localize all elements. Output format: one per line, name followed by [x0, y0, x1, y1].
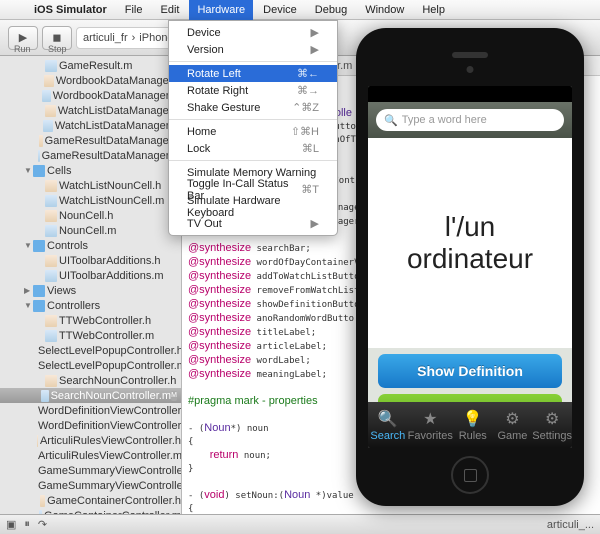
- phone-speaker: [452, 52, 488, 58]
- tree-row[interactable]: WatchListNounCell.h: [0, 178, 181, 193]
- search-icon: 🔍: [378, 409, 398, 429]
- menu-file[interactable]: File: [117, 0, 151, 20]
- tab-settings[interactable]: ⚙Settings: [532, 402, 572, 448]
- menu-item[interactable]: Lock⌘L: [169, 140, 337, 157]
- menu-item[interactable]: Shake Gesture⌃⌘Z: [169, 99, 337, 116]
- menu-item[interactable]: Simulate Hardware Keyboard: [169, 198, 337, 215]
- tree-row[interactable]: GameContainerController.h: [0, 493, 181, 508]
- phone-screen[interactable]: 🔍 Type a word here l'/un ordinateur Show…: [368, 86, 572, 448]
- tree-row[interactable]: NounCell.h: [0, 208, 181, 223]
- menu-device[interactable]: Device: [255, 0, 305, 20]
- tree-row[interactable]: TTWebController.m: [0, 328, 181, 343]
- search-input[interactable]: 🔍 Type a word here: [376, 109, 564, 131]
- home-button[interactable]: [451, 456, 489, 494]
- menu-edit[interactable]: Edit: [152, 0, 187, 20]
- search-placeholder: Type a word here: [402, 114, 487, 126]
- search-icon: 🔍: [384, 114, 398, 127]
- word-card: l'/un ordinateur: [368, 138, 572, 348]
- scheme-name: articuli_fr: [83, 32, 128, 44]
- menu-window[interactable]: Window: [357, 0, 412, 20]
- tree-row[interactable]: SelectLevelPopupController.h: [0, 343, 181, 358]
- tree-row[interactable]: GameResultDataManager.m: [0, 148, 181, 163]
- menu-item[interactable]: Rotate Left⌘←: [169, 65, 337, 82]
- tree-row[interactable]: SearchNounController.h: [0, 373, 181, 388]
- project-navigator[interactable]: GameResult.mWordbookDataManager.hWordboo…: [0, 56, 182, 534]
- tree-row[interactable]: NounCell.m: [0, 223, 181, 238]
- rules-icon: 💡: [463, 409, 483, 429]
- tree-row[interactable]: TTWebController.h: [0, 313, 181, 328]
- pause-icon[interactable]: ⏸: [24, 518, 30, 531]
- debug-bar: ▣ ⏸ ↷ articuli_...: [0, 514, 600, 534]
- show-definition-button[interactable]: Show Definition: [378, 354, 562, 388]
- tree-row[interactable]: ArticuliRulesViewController.h: [0, 433, 181, 448]
- tree-row[interactable]: WordbookDataManager.m: [0, 88, 181, 103]
- tree-row[interactable]: GameResultDataManager.h: [0, 133, 181, 148]
- tree-row[interactable]: WordbookDataManager.h: [0, 73, 181, 88]
- article-label: l'/un: [445, 211, 496, 243]
- settings-icon: ⚙: [545, 409, 559, 429]
- iphone-simulator: 🔍 Type a word here l'/un ordinateur Show…: [356, 28, 584, 506]
- menu-item[interactable]: Version▶: [169, 41, 337, 58]
- tree-row[interactable]: WatchListNounCell.m: [0, 193, 181, 208]
- tree-row[interactable]: ▶Views: [0, 283, 181, 298]
- tree-row[interactable]: WordDefinitionViewController.m: [0, 418, 181, 433]
- app-menu[interactable]: iOS Simulator: [26, 0, 115, 20]
- file-indicator: articuli_...: [547, 519, 594, 531]
- menu-item[interactable]: Device▶: [169, 24, 337, 41]
- tab-favorites[interactable]: ★Favorites: [408, 402, 453, 448]
- menu-hardware[interactable]: Hardware: [189, 0, 253, 20]
- run-label: Run: [14, 44, 31, 54]
- tree-row[interactable]: ArticuliRulesViewController.m: [0, 448, 181, 463]
- status-bar: [368, 86, 572, 102]
- tree-row[interactable]: UIToolbarAdditions.h: [0, 253, 181, 268]
- menubar: iOS Simulator File Edit Hardware Device …: [0, 0, 600, 20]
- phone-camera: [467, 66, 474, 73]
- tree-row[interactable]: ▼Cells: [0, 163, 181, 178]
- chevron-icon: ›: [132, 32, 136, 44]
- app-header: 🔍 Type a word here: [368, 102, 572, 138]
- tab-rules[interactable]: 💡Rules: [453, 402, 493, 448]
- step-icon[interactable]: ↷: [38, 518, 47, 531]
- menu-item[interactable]: Rotate Right⌘→: [169, 82, 337, 99]
- game-icon: ⚙: [505, 409, 519, 429]
- menu-help[interactable]: Help: [414, 0, 453, 20]
- tree-row[interactable]: SelectLevelPopupController.m: [0, 358, 181, 373]
- tree-row[interactable]: ▼Controllers: [0, 298, 181, 313]
- debug-icon[interactable]: ▣: [6, 518, 16, 531]
- word-label: ordinateur: [407, 243, 533, 275]
- tab-game[interactable]: ⚙Game: [493, 402, 533, 448]
- tree-row[interactable]: ▼Controls: [0, 238, 181, 253]
- tree-row[interactable]: WatchListDataManager.m: [0, 118, 181, 133]
- tree-row[interactable]: GameSummaryViewController.h: [0, 463, 181, 478]
- tree-row[interactable]: SearchNounController.mM: [0, 388, 181, 403]
- tree-row[interactable]: GameSummaryViewController.m: [0, 478, 181, 493]
- tree-row[interactable]: WatchListDataManager.h: [0, 103, 181, 118]
- menu-item[interactable]: Home⇧⌘H: [169, 123, 337, 140]
- menu-debug[interactable]: Debug: [307, 0, 355, 20]
- hardware-menu: Device▶Version▶ Rotate Left⌘←Rotate Right…: [168, 20, 338, 236]
- favorites-icon: ★: [423, 409, 437, 429]
- tree-row[interactable]: WordDefinitionViewController.h: [0, 403, 181, 418]
- stop-label: Stop: [48, 44, 67, 54]
- tree-row[interactable]: GameResult.m: [0, 58, 181, 73]
- tab-search[interactable]: 🔍Search: [368, 402, 408, 448]
- tree-row[interactable]: UIToolbarAdditions.m: [0, 268, 181, 283]
- tab-bar: 🔍Search★Favorites💡Rules⚙Game⚙Settings: [368, 402, 572, 448]
